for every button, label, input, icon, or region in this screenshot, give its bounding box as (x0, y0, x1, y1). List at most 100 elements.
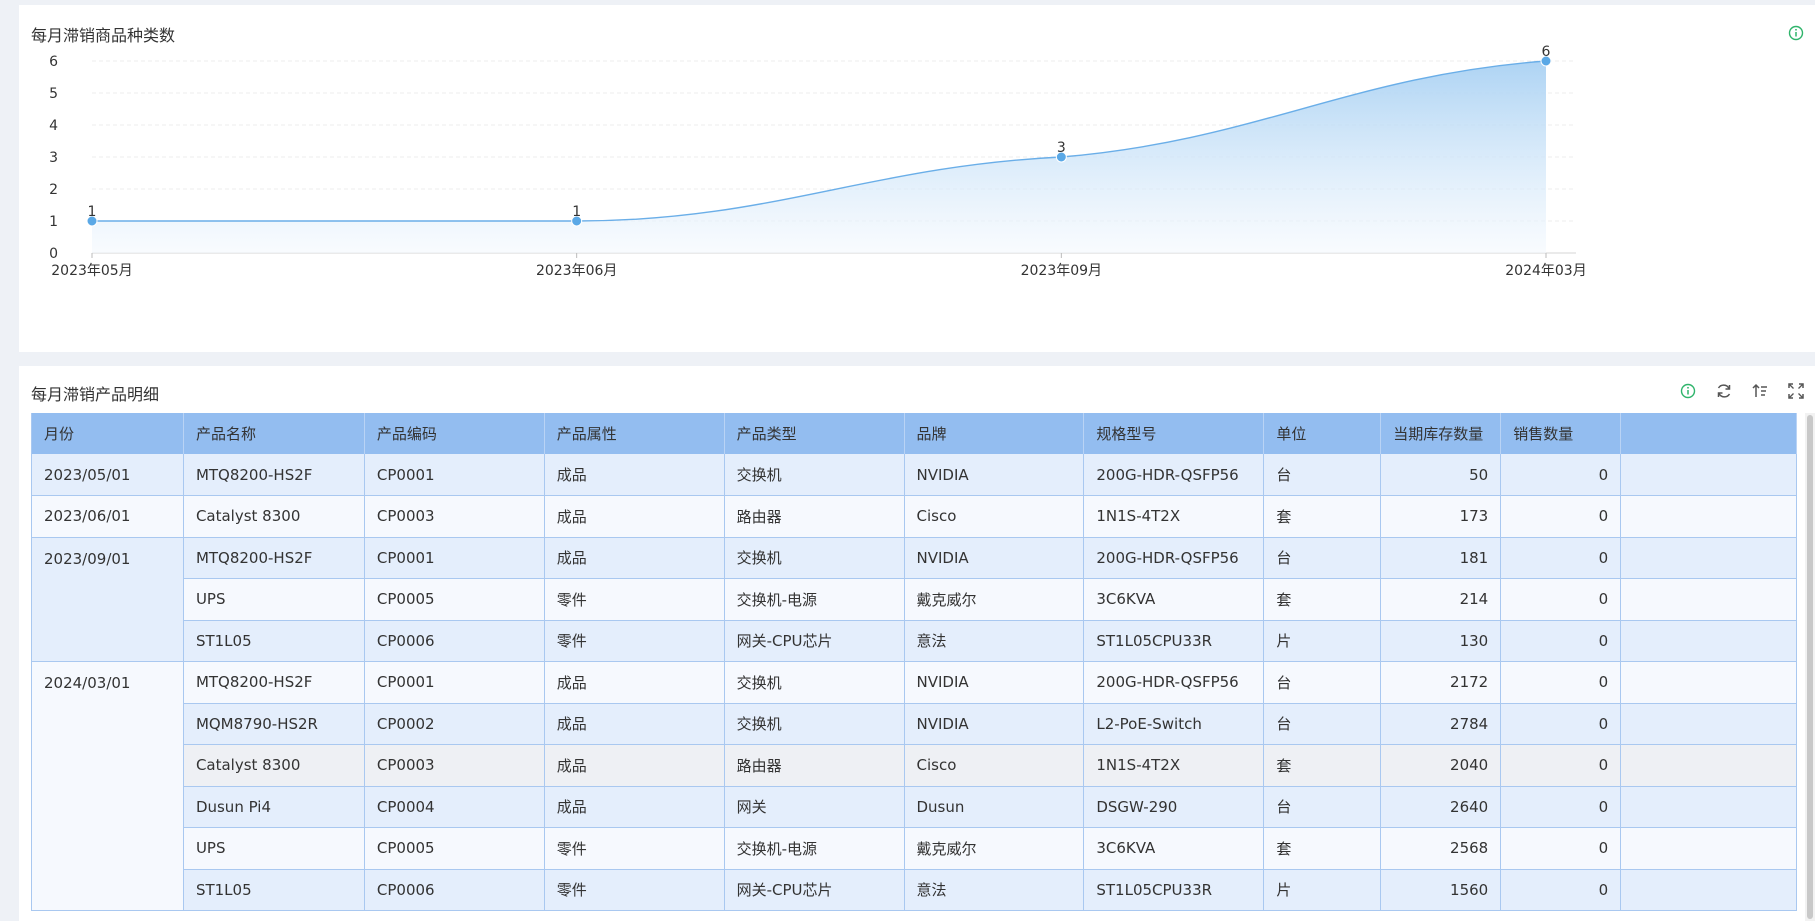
y-tick-label: 2 (49, 182, 58, 198)
table-cell: NVIDIA (904, 703, 1085, 745)
table-cell: 零件 (544, 578, 725, 621)
table-cell: 200G-HDR-QSFP56 (1083, 454, 1265, 496)
data-label: 1 (88, 204, 97, 220)
table-cell: ST1L05 (183, 620, 365, 662)
table-cell: 200G-HDR-QSFP56 (1083, 661, 1265, 704)
table-cell: CP0005 (364, 827, 545, 870)
table-cell: Dusun (904, 786, 1085, 828)
info-icon[interactable] (1677, 380, 1699, 402)
table-cell: 0 (1500, 495, 1622, 538)
month-cell: 2023/05/01 (31, 454, 184, 496)
table-row[interactable]: Dusun Pi4 CP0004 成品 网关 Dusun DSGW-290 台 2640 0 (32, 786, 1797, 828)
filler-cell (1620, 495, 1797, 538)
table-cell: 0 (1500, 537, 1622, 579)
table-row[interactable]: ST1L05 CP0006 零件 网关-CPU芯片 意法 ST1L05CPU33R 片 156… (32, 869, 1797, 911)
column-header[interactable]: 品牌 (904, 413, 1085, 454)
table-row[interactable]: MQM8790-HS2R CP0002 成品 交换机 NVIDIA L2-PoE-Swit… (32, 703, 1797, 745)
table-cell: 意法 (904, 620, 1085, 662)
table-cell: 2568 (1380, 827, 1502, 870)
filler-cell (1620, 827, 1797, 870)
table-cell: 意法 (904, 869, 1085, 911)
table-row[interactable]: ST1L05 CP0006 零件 网关-CPU芯片 意法 ST1L05CPU33R 片 130… (32, 620, 1797, 662)
scrollbar-thumb[interactable] (1807, 415, 1813, 919)
table-cell: 交换机-电源 (724, 578, 905, 621)
column-header[interactable]: 产品名称 (183, 413, 365, 454)
table-cell: 交换机-电源 (724, 827, 905, 870)
vertical-scrollbar[interactable] (1805, 413, 1815, 921)
table-cell: 零件 (544, 869, 725, 911)
table-row[interactable]: UPS CP0005 零件 交换机-电源 戴克威尔 3C6KVA 套 214 0 (32, 578, 1797, 621)
table-cell: 1N1S-4T2X (1083, 495, 1265, 538)
table-cell: 214 (1380, 578, 1502, 621)
fullscreen-icon[interactable] (1785, 380, 1807, 402)
table-cell: 台 (1263, 661, 1382, 704)
data-label: 6 (1542, 44, 1551, 60)
table-cell: 路由器 (724, 744, 905, 787)
table-row[interactable]: UPS CP0005 零件 交换机-电源 戴克威尔 3C6KVA 套 2568 0 (32, 827, 1797, 870)
table-cell: L2-PoE-Switch (1083, 703, 1265, 745)
y-tick-label: 0 (49, 246, 58, 262)
table-row[interactable]: 2023/09/01 MTQ8200-HS2F CP0001 成品 交换机 NVIDIA 2… (31, 537, 1797, 662)
data-label: 1 (572, 204, 581, 220)
table-cell: CP0001 (364, 661, 545, 704)
table-cell: 0 (1500, 703, 1622, 745)
table-cell: 成品 (544, 703, 725, 745)
table-cell: ST1L05 (183, 869, 365, 911)
x-tick-label: 2023年05月 (51, 263, 132, 279)
table-cell: CP0002 (364, 703, 545, 745)
month-cell: 2023/09/01 (31, 537, 184, 662)
month-cell: 2024/03/01 (31, 661, 184, 911)
table-body: 2023/05/01 MTQ8200-HS2F CP0001 成品 交换机 NVIDIA 2… (31, 454, 1797, 911)
column-header[interactable]: 单位 (1263, 413, 1382, 454)
filler-cell (1620, 578, 1797, 621)
table-cell: 0 (1500, 744, 1622, 787)
table-row[interactable]: 2024/03/01 MTQ8200-HS2F CP0001 成品 交换机 NVIDIA 2… (31, 661, 1797, 911)
filler-cell (1620, 620, 1797, 662)
column-header[interactable]: 产品编码 (364, 413, 545, 454)
table-cell: 50 (1380, 454, 1502, 496)
table-cell: 成品 (544, 661, 725, 704)
table-cell: MTQ8200-HS2F (183, 661, 365, 704)
table-cell: 交换机 (724, 537, 905, 579)
table-panel: 每月滞销产品明细 月份 产品名称 产品编码 产品属性 产品类型 品牌 规格型号 … (19, 366, 1815, 921)
table-cell: NVIDIA (904, 537, 1085, 579)
filler-cell (1620, 703, 1797, 745)
table-cell: NVIDIA (904, 454, 1085, 496)
table-cell: 2040 (1380, 744, 1502, 787)
table-cell: 零件 (544, 620, 725, 662)
column-header[interactable]: 产品属性 (544, 413, 725, 454)
table-cell: 181 (1380, 537, 1502, 579)
table-cell: 戴克威尔 (904, 578, 1085, 621)
y-tick-label: 6 (49, 54, 58, 70)
table-cell: 网关-CPU芯片 (724, 869, 905, 911)
table-cell: 网关 (724, 786, 905, 828)
table-cell: CP0006 (364, 620, 545, 662)
table-cell: 1560 (1380, 869, 1502, 911)
column-header[interactable]: 产品类型 (724, 413, 905, 454)
refresh-icon[interactable] (1713, 380, 1735, 402)
table-cell: 片 (1263, 869, 1382, 911)
table-cell: ST1L05CPU33R (1083, 869, 1265, 911)
table-cell: 0 (1500, 869, 1622, 911)
column-header[interactable]: 月份 (31, 413, 184, 454)
table-cell: 交换机 (724, 454, 905, 496)
table-cell: 2784 (1380, 703, 1502, 745)
chart-panel: 每月滞销商品种类数 0123456 2023年05月 2023年06月 2023年0… (19, 5, 1815, 352)
table-cell: 0 (1500, 827, 1622, 870)
sort-icon[interactable] (1749, 380, 1771, 402)
column-header[interactable]: 当期库存数量 (1380, 413, 1502, 454)
column-header[interactable]: 销售数量 (1500, 413, 1622, 454)
table-title: 每月滞销产品明细 (31, 385, 160, 404)
table-cell: 戴克威尔 (904, 827, 1085, 870)
table-cell: 网关-CPU芯片 (724, 620, 905, 662)
table-row[interactable]: Catalyst 8300 CP0003 成品 路由器 Cisco 1N1S-4T2X 套 2… (32, 744, 1797, 787)
detail-table-container[interactable]: 月份 产品名称 产品编码 产品属性 产品类型 品牌 规格型号 单位 当期库存数量 销售数量 202… (31, 413, 1797, 921)
column-header[interactable]: 规格型号 (1083, 413, 1265, 454)
table-row[interactable]: 2023/06/01 Catalyst 8300 CP0003 成品 路由器 Cisco 1… (31, 495, 1797, 538)
table-cell: 成品 (544, 454, 725, 496)
table-cell: 台 (1263, 786, 1382, 828)
table-cell: MTQ8200-HS2F (183, 454, 365, 496)
table-cell: UPS (183, 827, 365, 870)
table-cell: Dusun Pi4 (183, 786, 365, 828)
table-row[interactable]: 2023/05/01 MTQ8200-HS2F CP0001 成品 交换机 NVIDIA 2… (31, 454, 1797, 496)
